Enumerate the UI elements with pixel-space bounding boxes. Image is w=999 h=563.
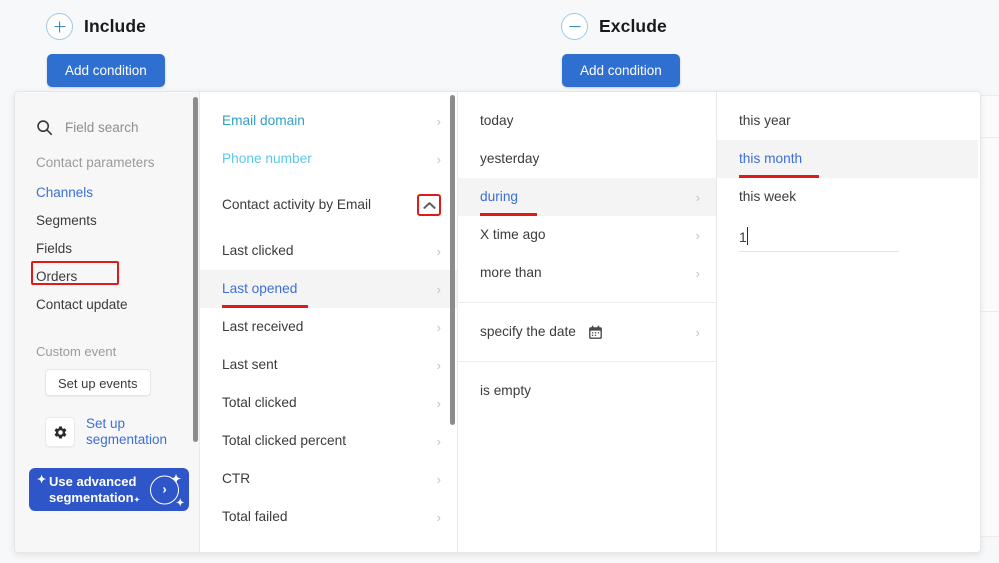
menu-item-contact-activity-by-email[interactable]: Contact activity by Email [200, 186, 457, 224]
custom-event-label: Custom event [36, 344, 117, 359]
calendar-icon [588, 325, 602, 339]
fields-scrollbar[interactable] [450, 95, 455, 425]
menu-item-this-week[interactable]: this week [717, 178, 978, 216]
chevron-right-icon: › [695, 189, 700, 205]
chevron-right-icon: › [695, 324, 700, 340]
include-title: Include [84, 16, 146, 36]
chevron-right-icon: › [436, 151, 441, 167]
sidebar-item-orders[interactable]: Orders [15, 263, 199, 291]
menu-item-ctr[interactable]: CTR › [200, 460, 457, 498]
minus-circle-icon [561, 13, 588, 40]
menu-item-total-clicked[interactable]: Total clicked › [200, 384, 457, 422]
sparkle-icon: ✦ [176, 498, 185, 509]
chevron-up-icon[interactable] [417, 194, 441, 216]
chevron-right-icon: › [695, 265, 700, 281]
specify-the-date-label: specify the date [480, 324, 576, 339]
date-operators-column: today yesterday during › X time ago › mo… [458, 92, 717, 552]
include-add-condition-button[interactable]: Add condition [47, 54, 165, 87]
field-category-sidebar: Field search Contact parameters Channels… [15, 92, 200, 552]
exclude-header: Exclude [561, 13, 667, 40]
set-up-segmentation-link[interactable]: Set up segmentation [45, 416, 178, 448]
menu-item-this-year[interactable]: this year [717, 102, 978, 140]
period-values-column: this year this month this week [717, 92, 978, 552]
search-placeholder: Field search [65, 119, 139, 135]
gear-glyph [54, 425, 66, 439]
exclude-add-condition-button[interactable]: Add condition [562, 54, 680, 87]
menu-item-last-opened[interactable]: Last opened › [200, 270, 457, 308]
chevron-right-icon: › [436, 243, 441, 259]
menu-item-x-time-ago[interactable]: X time ago › [458, 216, 716, 254]
set-up-events-button[interactable]: Set up events [45, 369, 151, 396]
chevron-right-icon: › [436, 509, 441, 525]
menu-item-email-domain[interactable]: Email domain › [200, 102, 457, 140]
text-caret [747, 227, 749, 245]
menu-item-last-clicked[interactable]: Last clicked › [200, 232, 457, 270]
menu-item-today[interactable]: today [458, 102, 716, 140]
gear-icon [45, 417, 75, 447]
include-header: Include [46, 13, 146, 40]
chevron-right-icon: › [436, 281, 441, 297]
use-advanced-segmentation-label: Use advanced segmentation [49, 474, 137, 505]
menu-item-last-sent[interactable]: Last sent › [200, 346, 457, 384]
menu-item-specify-the-date[interactable]: specify the date › [458, 313, 716, 351]
period-number-field [739, 222, 899, 256]
sparkle-icon: ✦ [37, 474, 47, 486]
menu-item-during[interactable]: during › [458, 178, 716, 216]
sidebar-scrollbar[interactable] [193, 97, 198, 442]
sidebar-item-fields[interactable]: Fields [15, 235, 199, 263]
contact-parameters-label: Contact parameters [36, 155, 155, 170]
menu-item-last-received[interactable]: Last received › [200, 308, 457, 346]
period-number-input[interactable] [739, 222, 899, 252]
chevron-right-icon: › [436, 357, 441, 373]
menu-item-total-clicked-percent[interactable]: Total clicked percent › [200, 422, 457, 460]
sidebar-item-segments[interactable]: Segments [15, 207, 199, 235]
chevron-right-icon: › [436, 433, 441, 449]
chevron-right-icon: › [436, 113, 441, 129]
chevron-right-icon: › [695, 227, 700, 243]
set-up-segmentation-label: Set up segmentation [86, 416, 168, 447]
menu-item-yesterday[interactable]: yesterday [458, 140, 716, 178]
menu-item-more-than[interactable]: more than › [458, 254, 716, 292]
chevron-right-icon: › [436, 319, 441, 335]
search-icon [37, 119, 53, 135]
search-input[interactable]: Field search [15, 92, 199, 140]
menu-item-this-month[interactable]: this month [717, 140, 978, 178]
sparkle-icon: ✦ [134, 497, 140, 504]
sidebar-item-contact-update[interactable]: Contact update [15, 291, 199, 319]
chevron-right-icon: › [436, 395, 441, 411]
exclude-title: Exclude [599, 16, 667, 36]
use-advanced-segmentation-button[interactable]: ✦ ✦ ✦ ✦ Use advanced segmentation › [29, 468, 189, 511]
segment-headers: Include Add condition Exclude Add condit… [0, 0, 999, 92]
condition-builder-popup: Field search Contact parameters Channels… [14, 91, 981, 553]
chevron-up-glyph [422, 201, 436, 209]
chevron-right-icon: › [436, 471, 441, 487]
fields-menu-column: Email domain › Phone number › Contact ac… [200, 92, 458, 552]
menu-item-total-failed[interactable]: Total failed › [200, 498, 457, 536]
chevron-right-circle-icon: › [150, 475, 179, 504]
sidebar-item-channels[interactable]: Channels [15, 179, 199, 207]
menu-item-phone-number[interactable]: Phone number › [200, 140, 457, 178]
plus-circle-icon [46, 13, 73, 40]
menu-item-is-empty[interactable]: is empty [458, 372, 716, 410]
